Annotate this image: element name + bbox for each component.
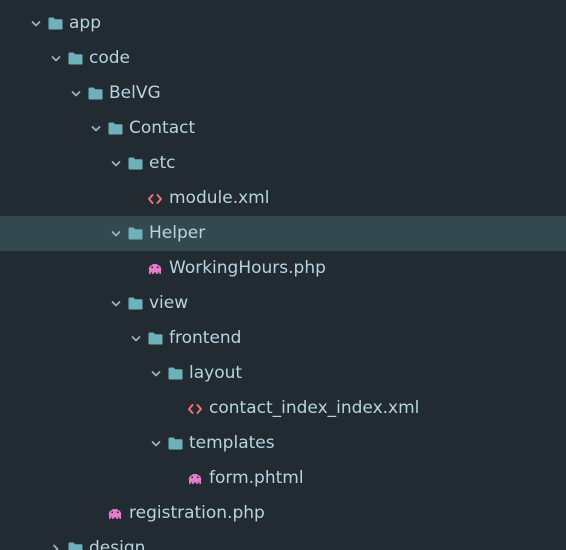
- file-label: module.xml: [169, 181, 269, 216]
- folder-label: Helper: [149, 216, 205, 251]
- chevron-placeholder: [90, 508, 102, 520]
- chevron-placeholder: [130, 193, 142, 205]
- chevron-down-icon[interactable]: [90, 123, 102, 135]
- tree-row[interactable]: etc: [0, 146, 566, 181]
- tree-row[interactable]: module.xml: [0, 181, 566, 216]
- chevron-placeholder: [170, 473, 182, 485]
- chevron-down-icon[interactable]: [130, 333, 142, 345]
- chevron-down-icon[interactable]: [110, 158, 122, 170]
- folder-icon: [87, 86, 103, 102]
- folder-icon: [67, 51, 83, 67]
- folder-label: code: [89, 41, 130, 76]
- chevron-placeholder: [170, 403, 182, 415]
- folder-label: design: [89, 531, 145, 550]
- folder-icon: [67, 541, 83, 550]
- chevron-down-icon[interactable]: [150, 368, 162, 380]
- tree-row[interactable]: app: [0, 6, 566, 41]
- folder-icon: [47, 16, 63, 32]
- folder-label: BelVG: [109, 76, 161, 111]
- tree-row[interactable]: frontend: [0, 321, 566, 356]
- tree-row[interactable]: Contact: [0, 111, 566, 146]
- folder-label: view: [149, 286, 188, 321]
- folder-icon: [167, 436, 183, 452]
- file-label: contact_index_index.xml: [209, 391, 419, 426]
- chevron-down-icon[interactable]: [30, 18, 42, 30]
- tree-row[interactable]: design: [0, 531, 566, 550]
- folder-icon: [147, 331, 163, 347]
- tree-row[interactable]: templates: [0, 426, 566, 461]
- php-file-icon: [107, 506, 123, 522]
- code-file-icon: [147, 191, 163, 207]
- tree-row[interactable]: layout: [0, 356, 566, 391]
- folder-label: frontend: [169, 321, 241, 356]
- chevron-right-icon[interactable]: [50, 543, 62, 550]
- tree-row[interactable]: code: [0, 41, 566, 76]
- file-label: WorkingHours.php: [169, 251, 326, 286]
- code-file-icon: [187, 401, 203, 417]
- folder-label: templates: [189, 426, 275, 461]
- folder-icon: [107, 121, 123, 137]
- folder-label: etc: [149, 146, 175, 181]
- folder-icon: [167, 366, 183, 382]
- tree-row[interactable]: BelVG: [0, 76, 566, 111]
- tree-row[interactable]: view: [0, 286, 566, 321]
- tree-row[interactable]: WorkingHours.php: [0, 251, 566, 286]
- chevron-down-icon[interactable]: [110, 228, 122, 240]
- folder-label: layout: [189, 356, 242, 391]
- chevron-down-icon[interactable]: [70, 88, 82, 100]
- file-label: form.phtml: [209, 461, 304, 496]
- folder-icon: [127, 156, 143, 172]
- folder-label: Contact: [129, 111, 195, 146]
- tree-row[interactable]: form.phtml: [0, 461, 566, 496]
- tree-row[interactable]: contact_index_index.xml: [0, 391, 566, 426]
- folder-icon: [127, 226, 143, 242]
- chevron-down-icon[interactable]: [110, 298, 122, 310]
- folder-label: app: [69, 6, 101, 41]
- tree-row[interactable]: Helper: [0, 216, 566, 251]
- php-file-icon: [147, 261, 163, 277]
- chevron-down-icon[interactable]: [50, 53, 62, 65]
- php-file-icon: [187, 471, 203, 487]
- tree-row[interactable]: registration.php: [0, 496, 566, 531]
- file-tree: appcodeBelVGContactetcmodule.xmlHelperWo…: [0, 0, 566, 550]
- file-label: registration.php: [129, 496, 265, 531]
- chevron-placeholder: [130, 263, 142, 275]
- folder-icon: [127, 296, 143, 312]
- chevron-down-icon[interactable]: [150, 438, 162, 450]
